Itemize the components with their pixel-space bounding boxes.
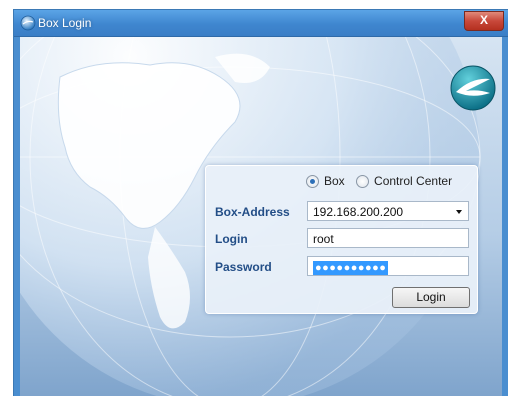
radio-box[interactable]: Box xyxy=(306,174,345,188)
login-value: root xyxy=(313,232,334,246)
login-window: Box Login X Box Control Center Box-Addre… xyxy=(14,10,508,396)
box-app-icon xyxy=(20,15,36,31)
dropdown-arrow-icon xyxy=(456,210,462,214)
login-label: Login xyxy=(215,232,248,246)
box-address-dropdown[interactable]: 192.168.200.200 xyxy=(307,201,469,221)
login-input[interactable]: root xyxy=(307,228,469,248)
mode-selector: Box Control Center xyxy=(306,174,460,191)
client-area: Box Control Center Box-Address 192.168.2… xyxy=(20,37,502,396)
radio-unchecked-icon xyxy=(356,174,370,188)
brand-logo-icon xyxy=(450,65,496,111)
radio-checked-icon xyxy=(306,174,319,188)
radio-box-label: Box xyxy=(324,174,345,188)
radio-control-center-label: Control Center xyxy=(374,174,453,188)
login-button[interactable]: Login xyxy=(392,287,470,308)
window-title: Box Login xyxy=(38,16,92,30)
password-value: ●●●●●●●●●● xyxy=(313,261,389,275)
close-icon: X xyxy=(479,13,488,27)
login-panel: Box Control Center Box-Address 192.168.2… xyxy=(205,165,478,314)
box-address-value: 192.168.200.200 xyxy=(313,205,404,219)
close-button[interactable]: X xyxy=(464,11,504,31)
password-input[interactable]: ●●●●●●●●●● xyxy=(307,256,469,276)
box-address-label: Box-Address xyxy=(215,205,290,219)
title-bar[interactable]: Box Login X xyxy=(14,10,508,37)
radio-control-center[interactable]: Control Center xyxy=(356,174,452,188)
password-label: Password xyxy=(215,260,272,274)
